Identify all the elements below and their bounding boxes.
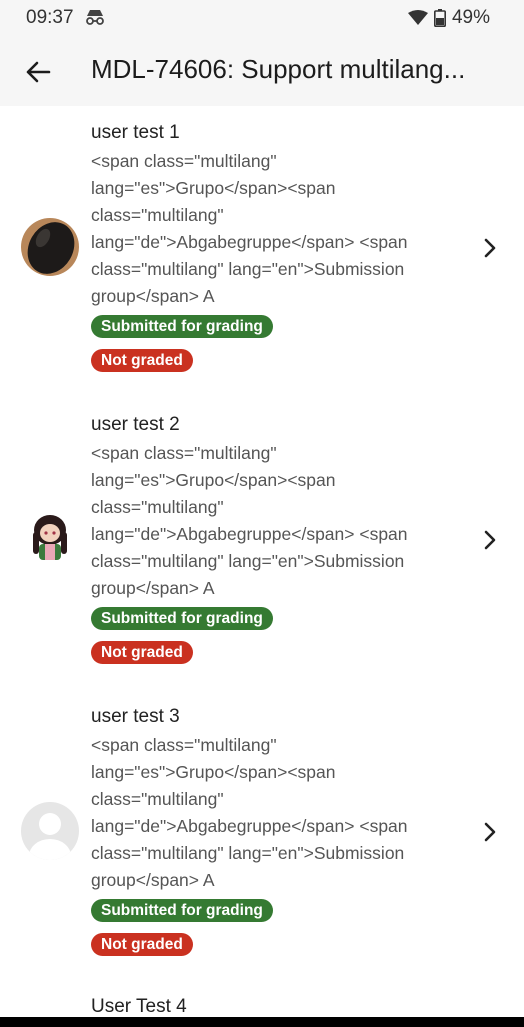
submission-item[interactable]: user test 3 <span class="multilang" lang… <box>0 690 524 982</box>
submission-info: user test 1 <span class="multilang" lang… <box>91 120 441 372</box>
incognito-icon <box>86 10 104 25</box>
user-avatar <box>21 802 79 860</box>
page-title: MDL-74606: Support multilang... <box>91 54 466 84</box>
status-bar: 09:37 49% <box>0 0 524 36</box>
system-nav-bar <box>0 1017 524 1027</box>
chevron-right-icon <box>484 238 496 258</box>
grading-status-badge: Not graded <box>91 933 193 956</box>
submission-list: user test 1 <span class="multilang" lang… <box>0 106 524 982</box>
submission-item-partial[interactable]: User Test 4 <box>91 996 187 1018</box>
group-name: <span class="multilang" lang="es">Grupo<… <box>91 151 408 306</box>
user-avatar <box>21 218 79 276</box>
submission-status-badge: Submitted for grading <box>91 315 273 338</box>
arrow-back-icon <box>26 61 51 83</box>
user-name: user test 3 <box>91 706 180 727</box>
user-avatar <box>21 510 79 568</box>
chevron-right-icon <box>484 530 496 550</box>
submission-item[interactable]: user test 1 <span class="multilang" lang… <box>0 106 524 398</box>
status-time: 09:37 <box>26 7 74 28</box>
grading-status-badge: Not graded <box>91 641 193 664</box>
submission-status-badge: Submitted for grading <box>91 899 273 922</box>
status-right: 49% <box>407 7 490 29</box>
back-button[interactable] <box>18 52 58 92</box>
user-name: user test 1 <box>91 122 180 143</box>
group-name: <span class="multilang" lang="es">Grupo<… <box>91 443 408 598</box>
grading-status-badge: Not graded <box>91 349 193 372</box>
submission-info: user test 3 <span class="multilang" lang… <box>91 704 441 956</box>
submission-item[interactable]: user test 2 <span class="multilang" lang… <box>0 398 524 690</box>
submission-status-badge: Submitted for grading <box>91 607 273 630</box>
group-name: <span class="multilang" lang="es">Grupo<… <box>91 735 408 890</box>
battery-icon <box>433 9 446 27</box>
submission-info: user test 2 <span class="multilang" lang… <box>91 412 441 664</box>
user-name: user test 2 <box>91 414 180 435</box>
chevron-right-icon <box>484 822 496 842</box>
wifi-icon <box>407 10 428 25</box>
battery-percent: 49% <box>451 7 490 28</box>
app-bar: MDL-74606: Support multilang... <box>0 36 524 106</box>
